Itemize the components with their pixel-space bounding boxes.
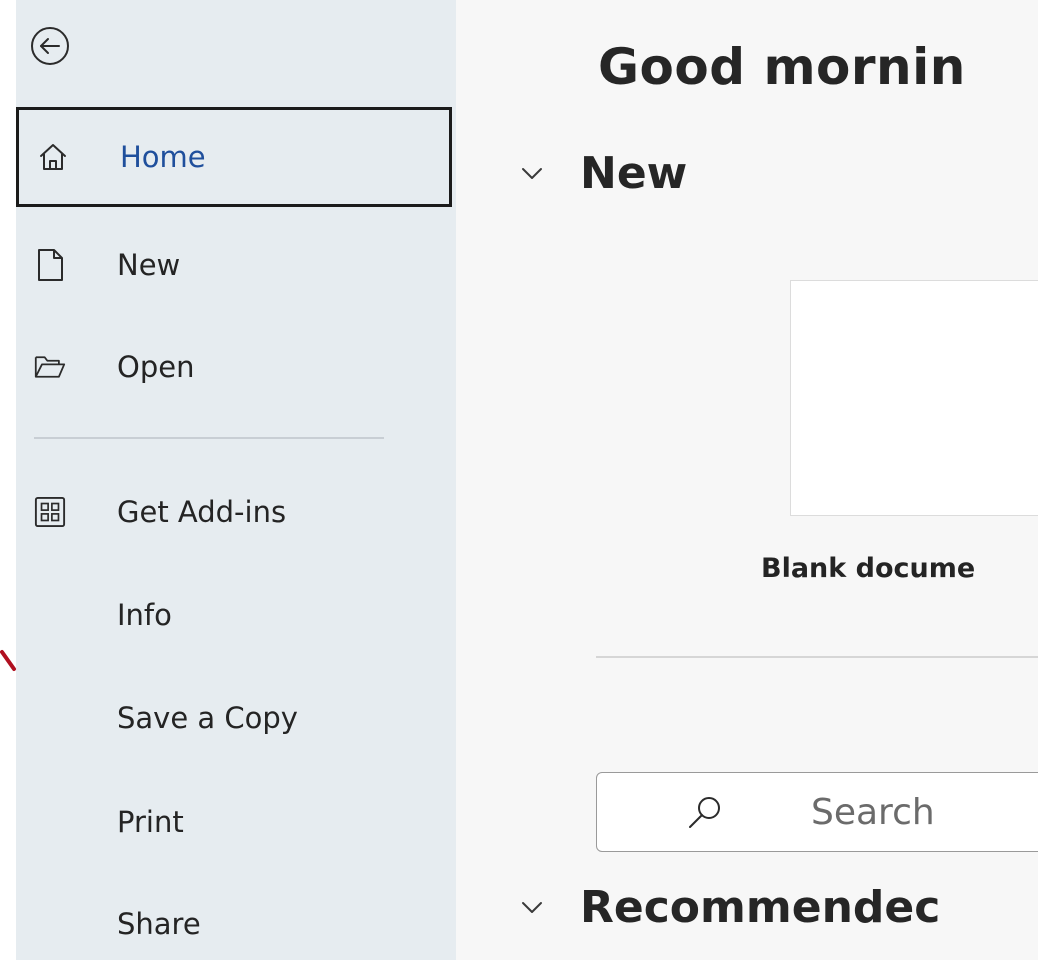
home-icon bbox=[37, 141, 69, 173]
search-box[interactable] bbox=[596, 772, 1038, 852]
sidebar-item-home[interactable]: Home bbox=[16, 107, 452, 207]
sidebar-divider bbox=[34, 437, 384, 439]
greeting-title: Good mornin bbox=[598, 38, 966, 96]
sidebar-item-label: Info bbox=[117, 598, 172, 632]
recommended-section-header[interactable]: Recommendec bbox=[518, 882, 940, 933]
chevron-down-icon bbox=[518, 894, 546, 922]
add-ins-grid-icon bbox=[34, 496, 66, 528]
recommended-section-title: Recommendec bbox=[580, 882, 941, 933]
sidebar-item-print[interactable]: Print bbox=[16, 772, 452, 872]
sidebar-item-label: Get Add-ins bbox=[117, 495, 287, 529]
sidebar-item-label: Print bbox=[117, 805, 184, 839]
search-input[interactable] bbox=[811, 787, 1038, 837]
sidebar-item-save-a-copy[interactable]: Save a Copy bbox=[16, 668, 452, 768]
left-edge-strip bbox=[0, 0, 16, 960]
sidebar-item-label: Home bbox=[120, 140, 206, 174]
main-content: Good mornin New Blank docume Search Reco… bbox=[456, 0, 1038, 960]
sidebar-item-label: Open bbox=[117, 350, 195, 384]
chevron-down-icon bbox=[518, 160, 546, 188]
new-section-title: New bbox=[580, 148, 688, 199]
blank-document-label: Blank docume bbox=[761, 553, 976, 584]
search-icon bbox=[689, 797, 720, 828]
main-divider bbox=[596, 656, 1038, 658]
back-button[interactable] bbox=[30, 26, 70, 66]
sidebar-item-info[interactable]: Info bbox=[16, 565, 452, 665]
word-backstage-window: Home New Open Get Add-ins Info Save a Co… bbox=[0, 0, 1038, 960]
sidebar-item-label: New bbox=[117, 248, 181, 282]
back-arrow-circle-icon bbox=[31, 27, 69, 65]
new-document-icon bbox=[34, 249, 66, 281]
sidebar-item-open[interactable]: Open bbox=[16, 317, 452, 417]
open-folder-icon bbox=[34, 351, 66, 383]
new-section-header[interactable]: New bbox=[518, 148, 687, 199]
sidebar-item-label: Save a Copy bbox=[117, 701, 298, 735]
sidebar-item-label: Share bbox=[117, 907, 201, 941]
blank-document-thumbnail[interactable] bbox=[790, 280, 1038, 516]
sidebar-item-get-add-ins[interactable]: Get Add-ins bbox=[16, 462, 452, 562]
sidebar-item-share[interactable]: Share bbox=[16, 874, 452, 960]
sidebar-item-new[interactable]: New bbox=[16, 215, 452, 315]
